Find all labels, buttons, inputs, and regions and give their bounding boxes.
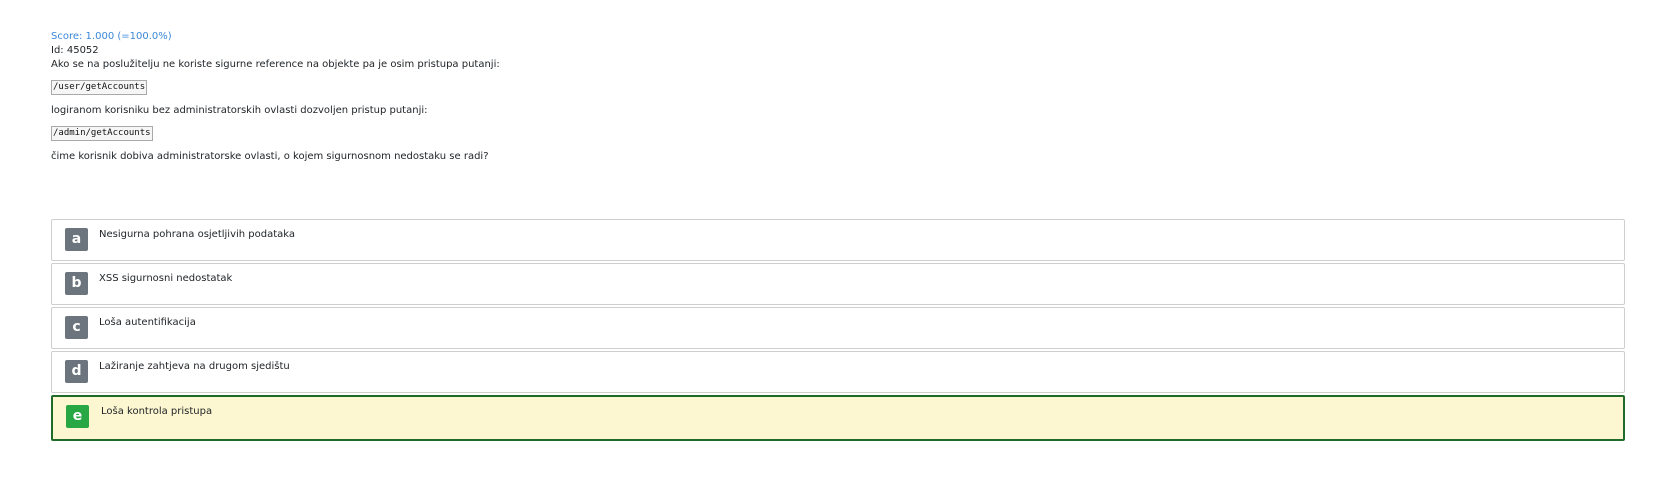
answer-text: Nesigurna pohrana osjetljivih podataka <box>99 229 296 240</box>
answer-list: a Nesigurna pohrana osjetljivih podataka… <box>51 219 1625 443</box>
answer-option-c[interactable]: c Loša autentifikacija <box>51 307 1625 349</box>
question-id: Id: 45052 <box>51 45 99 56</box>
answer-option-a[interactable]: a Nesigurna pohrana osjetljivih podataka <box>51 219 1625 261</box>
answer-text: Loša kontrola pristupa <box>101 406 213 417</box>
code-block-2-wrapper: /admin/getAccounts <box>51 126 1625 142</box>
question-text-line-3: čime korisnik dobiva administratorske ov… <box>51 151 489 162</box>
answer-text: XSS sigurnosni nedostatak <box>99 273 233 284</box>
question-text-line-1: Ako se na poslužitelju ne koriste sigurn… <box>51 59 500 70</box>
answer-option-b[interactable]: b XSS sigurnosni nedostatak <box>51 263 1625 305</box>
answer-letter-badge: b <box>65 272 88 295</box>
code-block-1-wrapper: /user/getAccounts <box>51 80 1625 96</box>
answer-letter-badge-correct: e <box>66 405 89 428</box>
answer-text: Loša autentifikacija <box>99 317 196 328</box>
answer-option-e-correct[interactable]: e Loša kontrola pristupa <box>51 395 1625 441</box>
answer-text: Lažiranje zahtjeva na drugom sjedištu <box>99 361 290 372</box>
question-block: Score: 1.000 (=100.0%) Id: 45052 Ako se … <box>51 30 1625 164</box>
question-text-line-2: logiranom korisniku bez administratorski… <box>51 105 428 116</box>
code-snippet-admin-path: /admin/getAccounts <box>51 126 153 141</box>
code-snippet-user-path: /user/getAccounts <box>51 80 148 95</box>
answer-letter-badge: a <box>65 228 88 251</box>
answer-option-d[interactable]: d Lažiranje zahtjeva na drugom sjedištu <box>51 351 1625 393</box>
score-text: Score: 1.000 (=100.0%) <box>51 31 172 42</box>
answer-letter-badge: c <box>65 316 88 339</box>
answer-letter-badge: d <box>65 360 88 383</box>
